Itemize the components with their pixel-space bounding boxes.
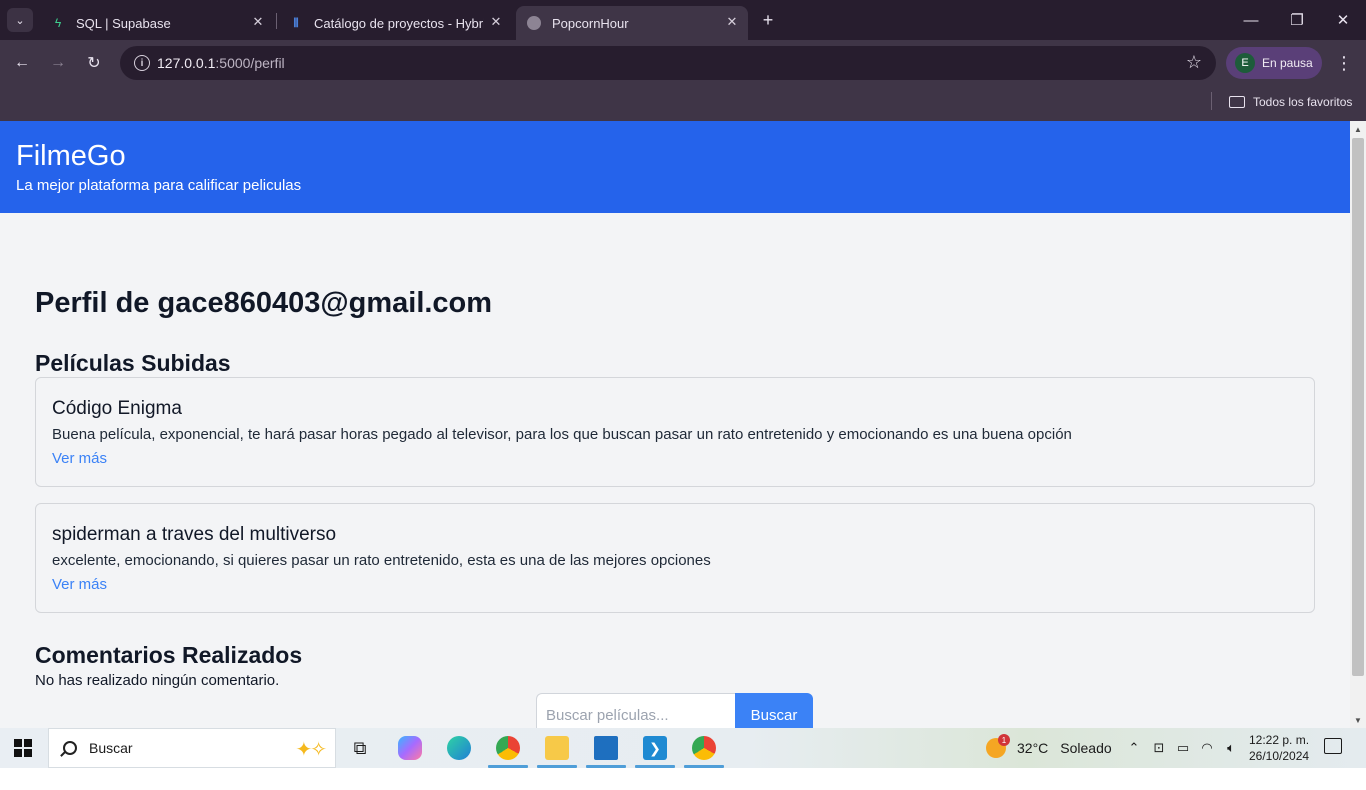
bookmarks-separator — [1211, 92, 1212, 110]
sun-icon: 1 — [986, 734, 1010, 758]
tab-popcornhour[interactable]: PopcornHour ✕ — [516, 6, 748, 40]
supabase-icon: ϟ — [54, 16, 62, 30]
site-title: FilmeGo — [16, 140, 126, 172]
weather-badge: 1 — [998, 734, 1010, 746]
site-info-icon[interactable]: i — [134, 55, 150, 71]
wifi-icon[interactable]: ◠ — [1198, 738, 1216, 758]
new-tab-icon[interactable]: + — [758, 10, 778, 30]
site-subtitle: La mejor plataforma para calificar pelic… — [16, 177, 302, 194]
notifications-icon[interactable] — [1324, 738, 1342, 754]
volume-icon[interactable]: 🔈︎ — [1221, 738, 1241, 758]
tab-separator — [276, 13, 277, 29]
sparkle-icon: ✦✧ — [295, 739, 326, 761]
scroll-down-icon[interactable]: ▼ — [1353, 715, 1363, 725]
see-more-link[interactable]: Ver más — [52, 450, 107, 467]
bookmarks-folder-label: Todos los favoritos — [1253, 95, 1353, 109]
battery-icon[interactable]: ▭ — [1174, 738, 1192, 758]
tab-supabase[interactable]: ϟ SQL | Supabase ✕ — [40, 6, 274, 40]
url-host: 127.0.0.1 — [157, 55, 216, 71]
edge-icon[interactable] — [439, 732, 479, 764]
page-viewport: FilmeGo La mejor plataforma para calific… — [0, 121, 1366, 728]
windows-taskbar: Buscar ✦✧ ⧉ ❯ 1 32°C Soleado ⌃ ⊡ ▭ ◠ 🔈︎ … — [0, 728, 1366, 768]
movie-card: spiderman a traves del multiverso excele… — [35, 503, 1315, 613]
movie-description: Buena película, exponencial, te hará pas… — [52, 426, 1072, 443]
search-icon — [63, 741, 77, 755]
scroll-up-icon[interactable]: ▲ — [1353, 124, 1363, 134]
tab-search-button[interactable]: ⌄ — [7, 8, 33, 32]
system-clock[interactable]: 12:22 p. m. 26/10/2024 — [1249, 732, 1309, 764]
browser-menu-icon[interactable]: ⋮ — [1334, 51, 1354, 75]
page-title: Perfil de gace860403@gmail.com — [35, 287, 493, 319]
hybrid-icon: ⦀ — [293, 15, 299, 30]
search-button[interactable]: Buscar — [735, 693, 813, 728]
forward-icon[interactable]: → — [46, 51, 70, 75]
tab-title: Catálogo de proyectos - Hybrid — [314, 15, 484, 31]
address-bar[interactable]: i 127.0.0.1:5000/perfil ☆ — [120, 46, 1216, 80]
vscode-icon[interactable]: ❯ — [635, 732, 675, 768]
url-text[interactable]: 127.0.0.1:5000/perfil — [157, 55, 285, 71]
weather-temperature: 32°C — [1017, 740, 1049, 756]
clock-date: 26/10/2024 — [1249, 749, 1310, 763]
weather-condition: Soleado — [1060, 740, 1112, 756]
tab-catalogo[interactable]: ⦀ Catálogo de proyectos - Hybrid ✕ — [278, 6, 512, 40]
all-bookmarks-folder[interactable]: Todos los favoritos — [1229, 92, 1352, 112]
bookmarks-bar: Todos los favoritos — [0, 86, 1366, 121]
globe-icon — [526, 15, 542, 31]
taskbar-search[interactable]: Buscar ✦✧ — [48, 728, 336, 768]
windows-start-icon[interactable] — [14, 739, 32, 757]
reload-icon[interactable]: ↻ — [82, 51, 106, 75]
profile-button[interactable]: E En pausa — [1226, 47, 1322, 79]
site-header: FilmeGo La mejor plataforma para calific… — [0, 121, 1350, 213]
see-more-link[interactable]: Ver más — [52, 576, 107, 593]
close-window-icon[interactable]: ✕ — [1320, 0, 1366, 40]
minimize-icon[interactable]: — — [1228, 0, 1274, 40]
no-comments-text: No has realizado ningún comentario. — [35, 672, 280, 689]
page-scrollbar[interactable]: ▲ ▼ — [1350, 121, 1366, 728]
chevron-up-icon[interactable]: ⌃ — [1126, 738, 1142, 758]
movie-description: excelente, emocionando, si quieres pasar… — [52, 552, 711, 569]
tab-title: PopcornHour — [552, 15, 629, 31]
profile-status: En pausa — [1262, 56, 1313, 70]
tab-title: SQL | Supabase — [76, 15, 171, 31]
sql-tool-icon[interactable] — [586, 732, 626, 768]
url-path: :5000/perfil — [215, 55, 285, 71]
screen-bottom-strip — [0, 768, 1366, 790]
browser-toolbar: ← → ↻ i 127.0.0.1:5000/perfil ☆ E En pau… — [0, 40, 1366, 86]
chrome-icon[interactable] — [488, 732, 528, 768]
weather-widget[interactable]: 1 32°C Soleado — [986, 734, 1112, 760]
file-explorer-icon[interactable] — [537, 732, 577, 768]
uploaded-movies-heading: Películas Subidas — [35, 350, 231, 376]
taskbar-search-label: Buscar — [89, 740, 133, 756]
movie-title: Código Enigma — [52, 398, 182, 419]
comments-heading: Comentarios Realizados — [35, 642, 303, 668]
movie-title: spiderman a traves del multiverso — [52, 524, 337, 545]
scrollbar-thumb[interactable] — [1352, 138, 1364, 676]
tab-close-icon[interactable]: ✕ — [724, 14, 740, 30]
restore-icon[interactable]: ❐ — [1274, 0, 1320, 40]
folder-icon — [1229, 96, 1245, 108]
back-icon[interactable]: ← — [10, 51, 34, 75]
clock-time: 12:22 p. m. — [1249, 733, 1310, 747]
movie-card: Código Enigma Buena película, exponencia… — [35, 377, 1315, 487]
task-view-icon[interactable]: ⧉ — [340, 732, 380, 764]
browser-tab-strip: ⌄ ϟ SQL | Supabase ✕ ⦀ Catálogo de proye… — [0, 0, 1366, 40]
avatar: E — [1235, 53, 1255, 73]
tab-close-icon[interactable]: ✕ — [250, 14, 266, 30]
bookmark-star-icon[interactable]: ☆ — [1186, 52, 1202, 73]
meet-icon[interactable]: ⊡ — [1150, 738, 1168, 758]
movie-search-input[interactable] — [536, 693, 736, 728]
chrome-profile-icon[interactable] — [684, 732, 724, 768]
tab-close-icon[interactable]: ✕ — [488, 14, 504, 30]
copilot-icon[interactable] — [390, 732, 430, 764]
